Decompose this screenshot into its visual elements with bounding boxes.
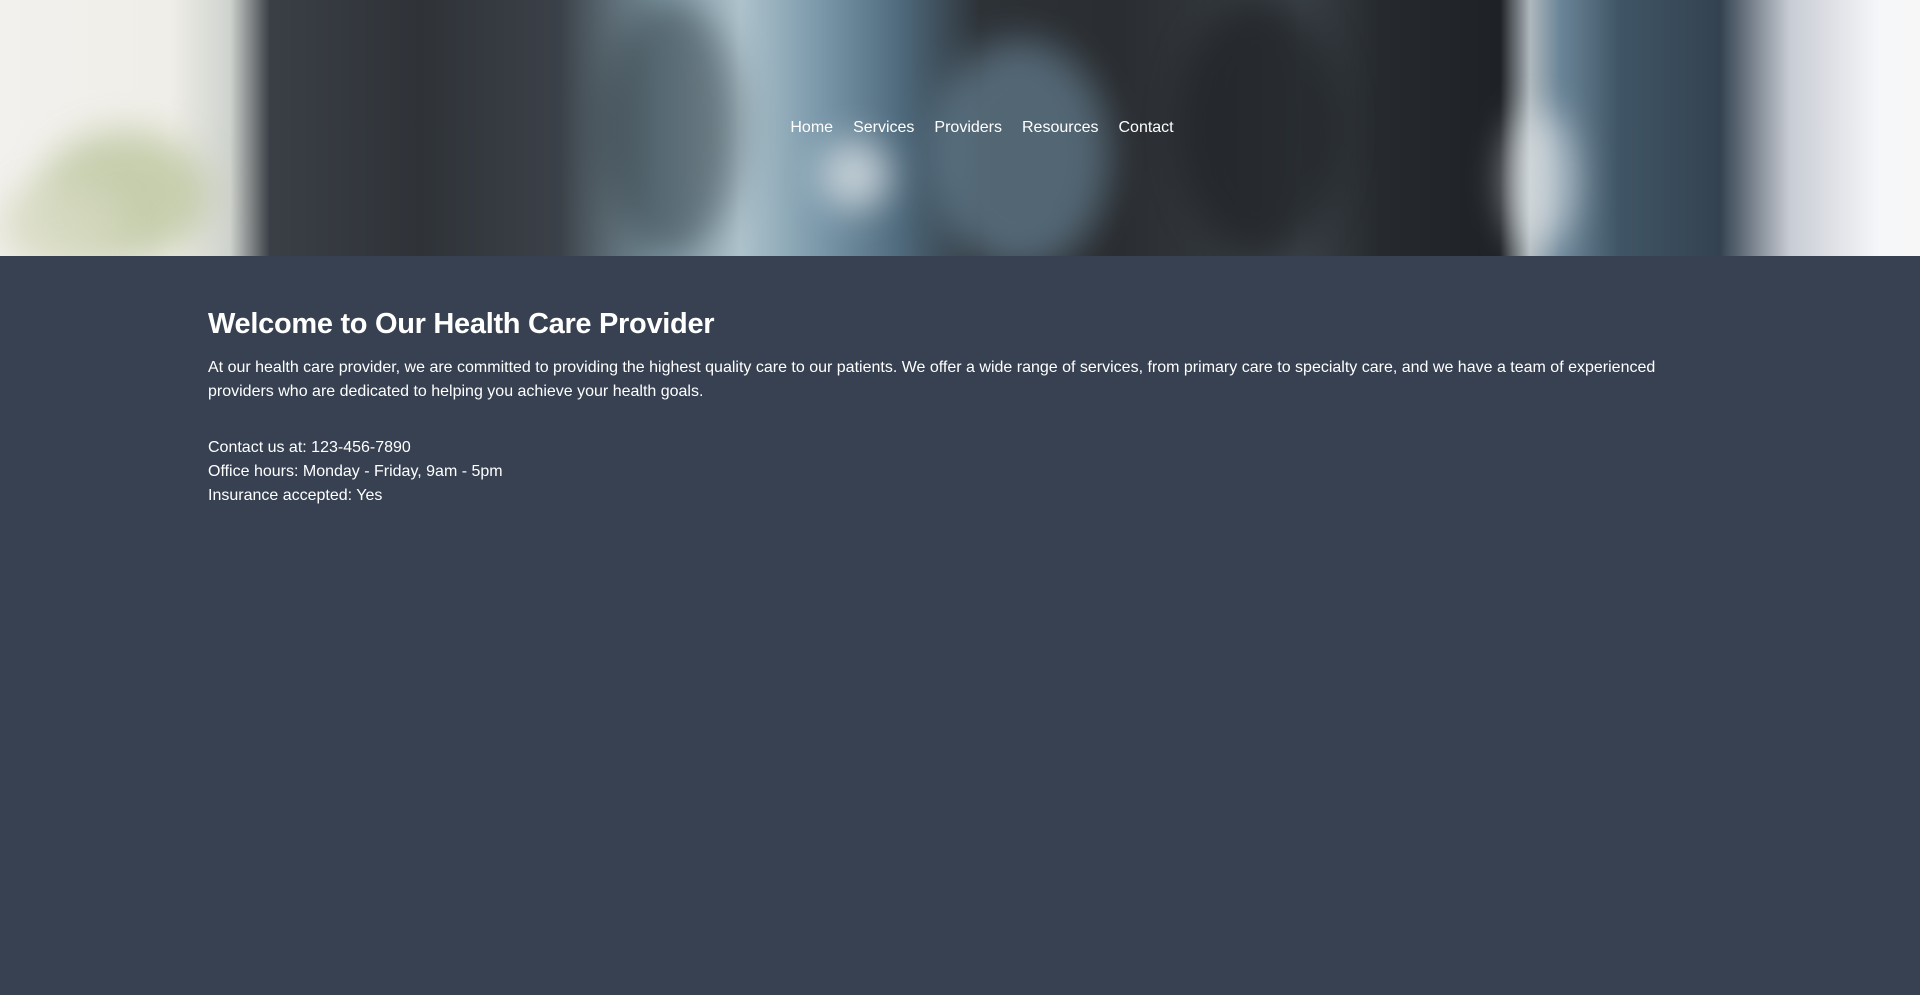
page-title: Welcome to Our Health Care Provider xyxy=(208,308,715,340)
nav-contact-link[interactable]: Contact xyxy=(1118,117,1173,139)
contact-info: Contact us at: 123-456-7890 Office hours… xyxy=(208,436,1920,508)
nav-resources-link[interactable]: Resources xyxy=(1022,117,1098,139)
main-content: Welcome to Our Health Care Provider At o… xyxy=(0,256,1920,508)
office-hours: Office hours: Monday - Friday, 9am - 5pm xyxy=(208,463,503,480)
nav-list: Home Services Providers Resources Contac… xyxy=(790,117,1173,139)
contact-phone: Contact us at: 123-456-7890 xyxy=(208,439,411,456)
hero-image-coat xyxy=(930,40,1110,256)
nav-services-link[interactable]: Services xyxy=(853,117,914,139)
hero-image-highlight xyxy=(820,140,890,210)
nav-providers-link[interactable]: Providers xyxy=(934,117,1002,139)
hero-banner: Home Services Providers Resources Contac… xyxy=(0,0,1920,256)
intro-paragraph: At our health care provider, we are comm… xyxy=(208,359,1656,400)
nav-home-link[interactable]: Home xyxy=(790,117,833,139)
main-nav: Home Services Providers Resources Contac… xyxy=(0,117,1920,139)
insurance-accepted: Insurance accepted: Yes xyxy=(208,487,383,504)
